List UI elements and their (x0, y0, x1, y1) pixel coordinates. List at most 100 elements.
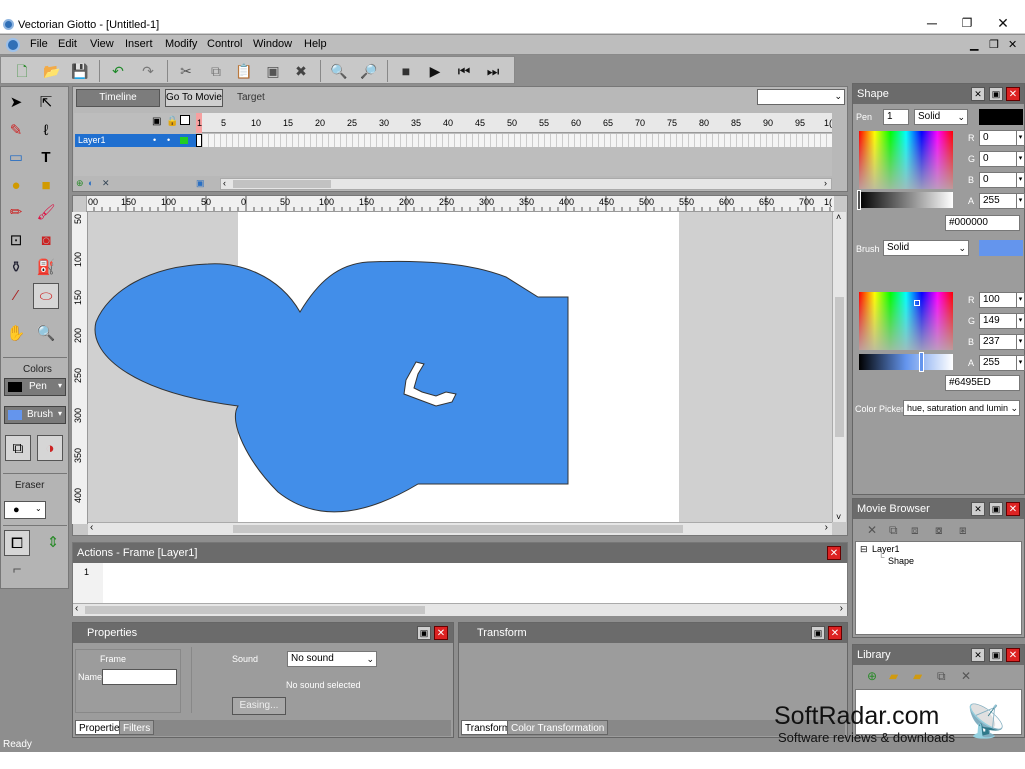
forward-end-icon[interactable]: ⏭ (482, 60, 504, 82)
chevron-left-icon[interactable]: ‹ (90, 522, 93, 533)
align-icon[interactable]: ⌐ (4, 557, 30, 583)
delete-icon[interactable]: ✕ (867, 523, 877, 537)
tree-toggle-icon[interactable]: ⊟ (860, 544, 868, 555)
paste-icon[interactable]: 📋 (233, 60, 255, 82)
actions-editor[interactable] (105, 565, 843, 601)
pin-icon[interactable]: ▣ (989, 502, 1003, 516)
stage-vscroll[interactable]: ˄ ˅ (832, 212, 846, 522)
bring-front-icon[interactable]: ⧇ (935, 523, 943, 538)
stage-hscroll[interactable]: ‹ › (88, 522, 832, 535)
scroll-thumb[interactable] (233, 525, 683, 533)
ungroup-icon[interactable]: ⧈ (911, 523, 919, 538)
target-select[interactable]: ⌄ (757, 89, 845, 105)
close-icon[interactable]: ✕ (1006, 502, 1020, 516)
pen-lightness-handle[interactable] (857, 190, 861, 210)
close-button[interactable]: ✕ (988, 14, 1018, 32)
arrow-tool-icon[interactable]: ➤ (3, 90, 29, 116)
float-icon[interactable]: ✕ (971, 87, 985, 101)
menu-window[interactable]: Window (253, 38, 292, 50)
properties-icon[interactable]: ⧉ (937, 669, 946, 684)
lasso-tool-icon[interactable]: ℓ (33, 118, 59, 144)
spin-arrow-icon[interactable]: ▾ (1016, 193, 1025, 209)
zoom-in-icon[interactable]: 🔍 (328, 60, 350, 82)
chevron-left-icon[interactable]: ‹ (223, 178, 226, 188)
redo-icon[interactable]: ↷ (137, 60, 159, 82)
brush-b-input[interactable]: 237 (979, 334, 1019, 350)
mdi-close-button[interactable]: ✕ (1008, 38, 1017, 51)
delete-icon[interactable]: ✖ (290, 60, 312, 82)
layer-options-icon[interactable]: ▣ (196, 178, 205, 189)
keyframe-cell[interactable] (196, 134, 202, 147)
copy-icon[interactable]: ⧉ (205, 60, 227, 82)
app-menu-icon[interactable] (6, 38, 20, 52)
delete-layer-icon[interactable]: ✕ (102, 178, 110, 189)
chevron-left-icon[interactable]: ‹ (75, 603, 78, 614)
play-icon[interactable]: ▶ (424, 60, 446, 82)
brush-color-button[interactable]: Brush ▾ (4, 406, 66, 424)
pen-a-input[interactable]: 255 (979, 193, 1019, 209)
line-tool-icon[interactable]: ✎ (3, 118, 29, 144)
pen-b-input[interactable]: 0 (979, 172, 1019, 188)
sound-select[interactable]: No sound ⌄ (287, 651, 377, 667)
close-icon[interactable]: ✕ (828, 626, 842, 640)
brush-hex-input[interactable]: #6495ED (945, 375, 1020, 391)
pencil-tool-icon[interactable]: ✏ (3, 200, 29, 226)
chevron-up-icon[interactable]: ˄ (836, 212, 841, 222)
pen-hue-picker[interactable] (859, 131, 953, 189)
stop-icon[interactable]: ■ (395, 60, 417, 82)
brush-r-input[interactable]: 100 (979, 292, 1019, 308)
object-mode-icon[interactable]: ⧠ (4, 530, 30, 556)
pin-icon[interactable]: ▣ (811, 626, 825, 640)
save-icon[interactable]: 💾 (69, 60, 91, 82)
undo-icon[interactable]: ↶ (107, 60, 129, 82)
spin-arrow-icon[interactable]: ▾ (1016, 292, 1025, 308)
spin-arrow-icon[interactable]: ▾ (1016, 172, 1025, 188)
color-picker-select[interactable]: hue, saturation and lumin ⌄ (903, 400, 1020, 416)
add-folder-icon[interactable]: ◐ (88, 178, 93, 188)
brush-style-select[interactable]: Solid ⌄ (883, 240, 969, 256)
spin-arrow-icon[interactable]: ▾ (1016, 355, 1025, 371)
brush-lightness-handle[interactable] (919, 352, 924, 372)
pen-lightness-slider[interactable] (859, 192, 953, 208)
new-folder-icon[interactable]: ▰ (889, 669, 898, 683)
maximize-button[interactable]: ❐ (952, 14, 982, 32)
zoom-out-icon[interactable]: 🔎 (358, 60, 380, 82)
timeline-button[interactable]: Timeline (76, 89, 160, 107)
tree-item-shape[interactable]: Shape (888, 556, 914, 566)
scroll-thumb[interactable] (85, 606, 425, 614)
float-icon[interactable]: ✕ (971, 502, 985, 516)
brush-tool-icon[interactable]: 🖌 (33, 200, 59, 226)
paste-in-place-icon[interactable]: ▣ (262, 60, 284, 82)
chevron-right-icon[interactable]: › (825, 522, 828, 533)
brush-g-input[interactable]: 149 (979, 313, 1019, 329)
layer-lock-dot[interactable]: • (167, 134, 170, 147)
brush-lightness-slider[interactable] (859, 354, 953, 370)
menu-help[interactable]: Help (304, 38, 327, 50)
add-layer-icon[interactable]: ⊕ (76, 178, 84, 189)
spin-arrow-icon[interactable]: ▾ (1016, 151, 1025, 167)
transform-tool-icon[interactable]: ⊡ (3, 228, 29, 254)
eye-icon[interactable]: ▣ (152, 116, 161, 127)
frame-cells[interactable] (196, 134, 832, 147)
close-icon[interactable]: ✕ (434, 626, 448, 640)
hue-cursor[interactable] (914, 300, 920, 306)
frame-name-input[interactable] (102, 669, 177, 685)
new-symbol-icon[interactable]: ⊕ (867, 669, 877, 683)
import-icon[interactable]: ▰ (913, 669, 922, 683)
tree-item-layer[interactable]: Layer1 (872, 544, 900, 554)
ink-bottle-tool-icon[interactable]: ⚱ (3, 255, 29, 281)
scroll-thumb[interactable] (233, 180, 331, 188)
new-file-icon[interactable]: 🗋 (11, 60, 33, 82)
chevron-right-icon[interactable]: › (824, 178, 827, 188)
spin-arrow-icon[interactable]: ▾ (1016, 130, 1025, 146)
pen-style-select[interactable]: Solid ⌄ (914, 109, 968, 125)
pen-color-button[interactable]: Pen ▾ (4, 378, 66, 396)
menu-insert[interactable]: Insert (125, 38, 153, 50)
eraser-shape-select[interactable]: ● ⌄ (4, 501, 46, 519)
mdi-minimize-button[interactable]: ▁ (970, 38, 978, 51)
go-to-movie-button[interactable]: Go To Movie (165, 89, 223, 107)
easing-button[interactable]: Easing... (232, 697, 286, 715)
cut-icon[interactable]: ✂ (175, 60, 197, 82)
blue-shape[interactable] (88, 212, 832, 522)
pen-color-swatch[interactable] (979, 109, 1023, 125)
